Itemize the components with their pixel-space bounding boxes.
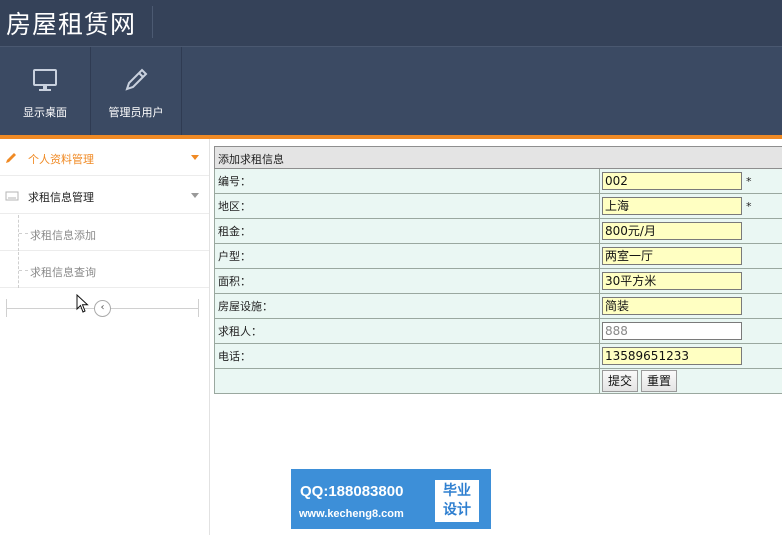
- sidebar-group-label: 个人资料管理: [28, 153, 94, 166]
- collapse-sidebar-button[interactable]: ‹: [94, 300, 111, 317]
- admin-user-button[interactable]: 管理员用户: [91, 47, 182, 136]
- field-cell: 888: [599, 318, 782, 344]
- form-row-facilities: 房屋设施： 简装: [214, 293, 782, 319]
- keyboard-icon: [5, 191, 19, 201]
- field-cell: 30平方米: [599, 268, 782, 294]
- pencil-icon: [125, 68, 148, 91]
- form-row-area: 面积： 30平方米: [214, 268, 782, 294]
- watermark-badge: 毕业 设计: [435, 480, 479, 522]
- field-label: 房屋设施：: [214, 293, 600, 319]
- watermark-qq: QQ:188083800: [300, 483, 404, 500]
- form-row-rent: 租金： 800元/月: [214, 218, 782, 244]
- sidebar-item-rental-query[interactable]: 求租信息查询: [0, 252, 209, 288]
- monitor-icon: [33, 69, 57, 91]
- empty-cell: [214, 368, 600, 394]
- app-title: 房屋租赁网: [6, 10, 137, 39]
- field-cell: 800元/月: [599, 218, 782, 244]
- field-cell: 13589651233: [599, 343, 782, 369]
- field-label: 地区：: [214, 193, 600, 219]
- watermark-badge-line: 毕业: [443, 483, 471, 499]
- reset-button[interactable]: 重置: [641, 370, 678, 392]
- sidebar: 个人资料管理 求租信息管理 求租信息添加 求租信息查询 ‹: [0, 139, 210, 535]
- field-cell: 两室一厅: [599, 243, 782, 269]
- watermark-badge-line: 设计: [443, 502, 471, 518]
- rent-input[interactable]: 800元/月: [602, 222, 742, 240]
- chevron-down-icon: [191, 193, 199, 198]
- form-row-id: 编号： 002 *: [214, 168, 782, 194]
- field-cell: 上海 *: [599, 193, 782, 219]
- chevron-down-icon: [191, 155, 199, 160]
- toolbar: 显示桌面 管理员用户: [0, 46, 782, 136]
- chevron-left-icon: ‹: [100, 302, 105, 313]
- renter-input[interactable]: 888: [602, 322, 742, 340]
- field-label: 电话：: [214, 343, 600, 369]
- sidebar-item-label: 求租信息添加: [30, 229, 96, 242]
- sidebar-group-label: 求租信息管理: [28, 191, 94, 204]
- sidebar-item-label: 求租信息查询: [30, 266, 96, 279]
- watermark-site: www.kecheng8.com: [299, 508, 404, 520]
- phone-input[interactable]: 13589651233: [602, 347, 742, 365]
- mouse-cursor-icon: [76, 294, 89, 313]
- field-cell: 002 *: [599, 168, 782, 194]
- collapse-divider-cap: [6, 299, 7, 317]
- tree-line: [19, 233, 28, 234]
- actions-cell: 提交 重置: [599, 368, 782, 394]
- required-mark: *: [746, 199, 752, 213]
- region-input[interactable]: 上海: [602, 197, 742, 215]
- form-row-region: 地区： 上海 *: [214, 193, 782, 219]
- collapse-divider-cap: [198, 299, 199, 317]
- field-cell: 简装: [599, 293, 782, 319]
- title-divider: [152, 6, 153, 38]
- rental-form: 添加求租信息 编号： 002 * 地区： 上海 * 租金： 800元/月 户型： 两…: [214, 146, 782, 394]
- required-mark: *: [746, 174, 752, 188]
- header-bar: 房屋租赁网: [0, 0, 782, 46]
- field-label: 面积：: [214, 268, 600, 294]
- layout-input[interactable]: 两室一厅: [602, 247, 742, 265]
- field-label: 编号：: [214, 168, 600, 194]
- area-input[interactable]: 30平方米: [602, 272, 742, 290]
- field-label: 租金：: [214, 218, 600, 244]
- pencil-icon: [6, 153, 16, 163]
- tree-line: [19, 270, 28, 271]
- form-caption: 添加求租信息: [214, 146, 782, 169]
- sidebar-group-rental-info[interactable]: 求租信息管理: [0, 177, 209, 214]
- form-row-phone: 电话： 13589651233: [214, 343, 782, 369]
- form-row-actions: 提交 重置: [214, 368, 782, 394]
- watermark: QQ:188083800 www.kecheng8.com 毕业 设计: [291, 469, 491, 529]
- field-label: 户型：: [214, 243, 600, 269]
- admin-user-label: 管理员用户: [108, 106, 164, 119]
- id-input[interactable]: 002: [602, 172, 742, 190]
- form-row-layout: 户型： 两室一厅: [214, 243, 782, 269]
- show-desktop-label: 显示桌面: [23, 106, 67, 119]
- show-desktop-button[interactable]: 显示桌面: [0, 47, 91, 136]
- form-caption-row: 添加求租信息: [214, 146, 782, 169]
- submit-button[interactable]: 提交: [602, 370, 639, 392]
- facilities-input[interactable]: 简装: [602, 297, 742, 315]
- sidebar-group-profile[interactable]: 个人资料管理: [0, 139, 209, 176]
- field-label: 求租人：: [214, 318, 600, 344]
- sidebar-item-rental-add[interactable]: 求租信息添加: [0, 215, 209, 251]
- form-row-renter: 求租人： 888: [214, 318, 782, 344]
